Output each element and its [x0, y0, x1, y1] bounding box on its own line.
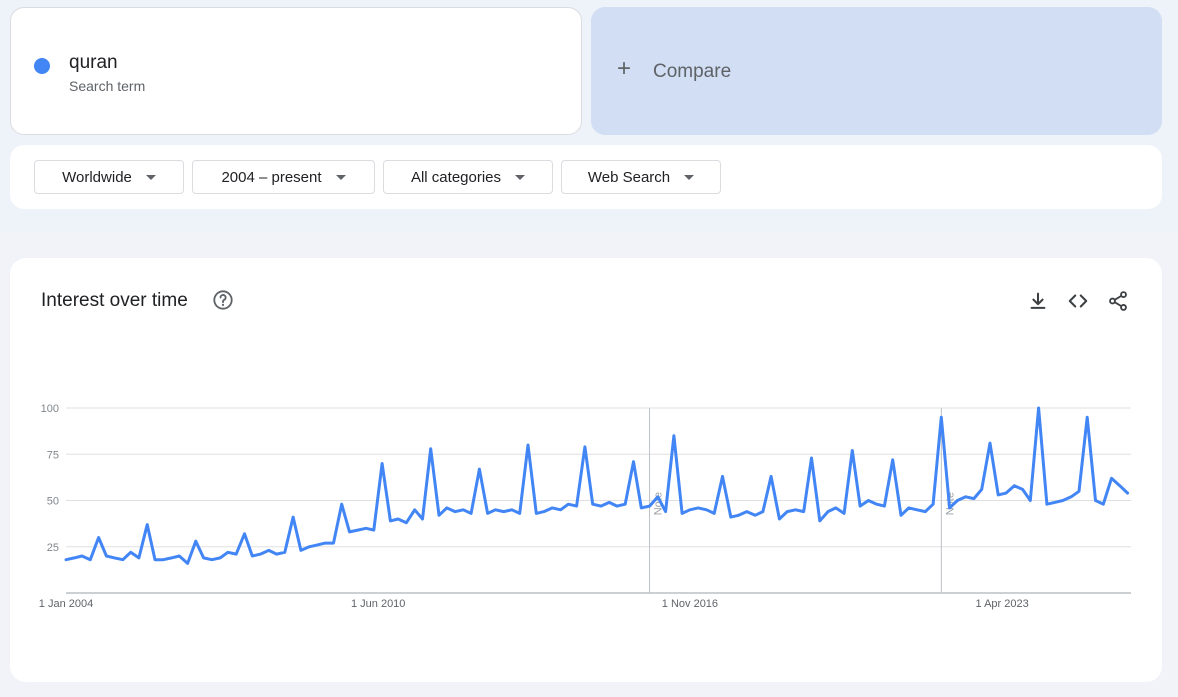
x-tick-label: 1 Jan 2004	[39, 598, 93, 610]
y-tick-label: 25	[47, 542, 59, 554]
chevron-down-icon	[145, 174, 156, 180]
region-filter[interactable]: Worldwide	[34, 160, 184, 194]
series-line-quran	[64, 406, 1130, 565]
property-filter-label: Web Search	[587, 168, 671, 186]
interest-over-time-card: Interest over time 25 50 75 100 Note Note 1 Ja…	[10, 258, 1162, 682]
category-filter[interactable]: All categories	[383, 160, 553, 194]
search-term-subtitle: Search term	[69, 78, 146, 94]
time-filter-label: 2004 – present	[221, 168, 322, 186]
property-filter[interactable]: Web Search	[561, 160, 721, 194]
x-tick-label: 1 Jun 2010	[351, 598, 405, 610]
time-filter[interactable]: 2004 – present	[192, 160, 375, 194]
search-term-name[interactable]: quran	[69, 52, 118, 74]
compare-label: Compare	[653, 61, 732, 82]
plus-icon: +	[617, 55, 632, 82]
x-tick-label: 1 Nov 2016	[662, 598, 718, 610]
y-tick-label: 50	[47, 496, 59, 508]
category-filter-label: All categories	[410, 168, 502, 186]
compare-button[interactable]: + Compare	[591, 7, 1162, 135]
chevron-down-icon	[515, 174, 526, 180]
region-filter-label: Worldwide	[62, 168, 132, 186]
filter-bar: Worldwide 2004 – present All categories …	[10, 145, 1162, 209]
y-tick-label: 75	[47, 449, 59, 461]
chevron-down-icon	[684, 174, 695, 180]
search-term-card[interactable]: quran Search term	[10, 7, 582, 135]
series-color-dot	[34, 58, 50, 74]
interest-line-chart: 255075100Note Note1 Jan 2004 1 Jun 2010 1 N…	[39, 403, 1131, 610]
chevron-down-icon	[335, 174, 346, 180]
y-tick-label: 100	[41, 403, 59, 415]
x-tick-label: 1 Apr 2023	[976, 598, 1029, 610]
